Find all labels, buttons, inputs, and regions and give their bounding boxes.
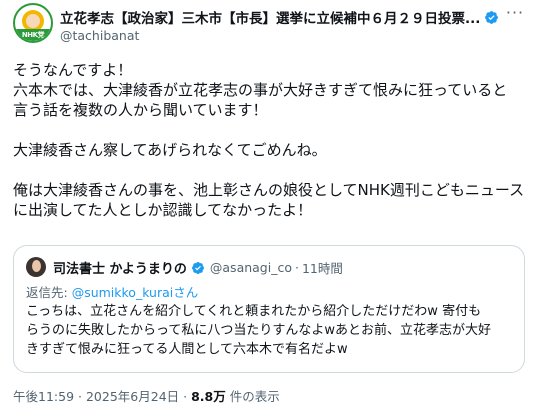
quoted-author-row: 司法書士 かようまりの @asanagi_co · 11時間 — [53, 258, 343, 277]
quoted-tweet-text: こっちは、立花さんを紹介してくれと頼まれたから紹介しただけだわw 寄付も らうの… — [26, 302, 518, 359]
quoted-display-name[interactable]: 司法書士 かようまりの — [53, 258, 187, 277]
verified-badge-icon — [485, 10, 499, 24]
post-date[interactable]: 2025年6月24日 — [86, 389, 179, 404]
quoted-timestamp[interactable]: 11時間 — [302, 258, 343, 277]
tweet-meta: 午後11:59 · 2025年6月24日 · 8.8万 件の表示 — [13, 386, 280, 405]
quoted-text-line: らうのに失敗したからって私に八つ当たりすんなよwあとお前、立花孝志が大好 — [26, 323, 491, 338]
author-display-name[interactable]: 立花孝志【政治家】三木市【市長】選挙に立候補中６月２９日投票... — [60, 7, 480, 27]
tweet-text-line: 大津綾香さん察してあげられなくてごめんね。 — [13, 141, 327, 159]
reply-to-line: 返信先: @sumikko_kuraiさん — [26, 282, 198, 301]
author-handle[interactable]: @tachibanat — [60, 28, 139, 43]
separator-dot: · — [183, 389, 188, 404]
views-label: 件の表示 — [229, 389, 280, 404]
tweet-text-line: そうなんですよ！ — [13, 61, 133, 79]
reply-to-handle[interactable]: @sumikko_kuraiさん — [72, 285, 199, 300]
separator-dot: · — [78, 389, 82, 404]
views-count[interactable]: 8.8万 — [191, 389, 226, 404]
tweet-text: そうなんですよ！ 六本木では、大津綾香が立花孝志の事が大好きすぎて恨みに狂ってい… — [13, 60, 533, 220]
quoted-text-line: こっちは、立花さんを紹介してくれと頼まれたから紹介しただけだわw 寄付も — [26, 304, 482, 319]
author-name-row[interactable]: 立花孝志【政治家】三木市【市長】選挙に立候補中６月２９日投票... — [60, 7, 500, 27]
more-options-icon[interactable]: ··· — [500, 2, 530, 26]
tweet-text-line: 六本木では、大津綾香が立花孝志の事が大好きすぎて恨みに狂っていると — [13, 81, 508, 99]
verified-badge-icon — [191, 261, 204, 274]
avatar-caption: NHK党 — [21, 31, 45, 39]
author-avatar[interactable]: NHK党 — [13, 3, 53, 43]
post-time[interactable]: 午後11:59 — [13, 389, 74, 404]
tweet: NHK党 立花孝志【政治家】三木市【市長】選挙に立候補中６月２９日投票... @… — [0, 0, 540, 412]
tweet-text-line: 言う話を複数の人から聞いています！ — [13, 101, 268, 119]
separator-dot: · — [294, 260, 299, 275]
reply-to-prefix: 返信先: — [26, 285, 72, 300]
quoted-tweet-card[interactable]: 司法書士 かようまりの @asanagi_co · 11時間 返信先: @sum… — [13, 245, 525, 373]
quoted-handle[interactable]: @asanagi_co — [210, 260, 292, 275]
quoted-author-avatar[interactable] — [26, 257, 46, 277]
tweet-text-line: に出演してた人としか認識してなかったよ！ — [13, 201, 313, 219]
tweet-text-line: 俺は大津綾香さんの事を、池上彰さんの娘役としてNHK週刊こどもニュース — [13, 181, 525, 199]
quoted-text-line: きすぎて恨みに狂ってる人間として六本木で有名だよw — [26, 342, 348, 357]
